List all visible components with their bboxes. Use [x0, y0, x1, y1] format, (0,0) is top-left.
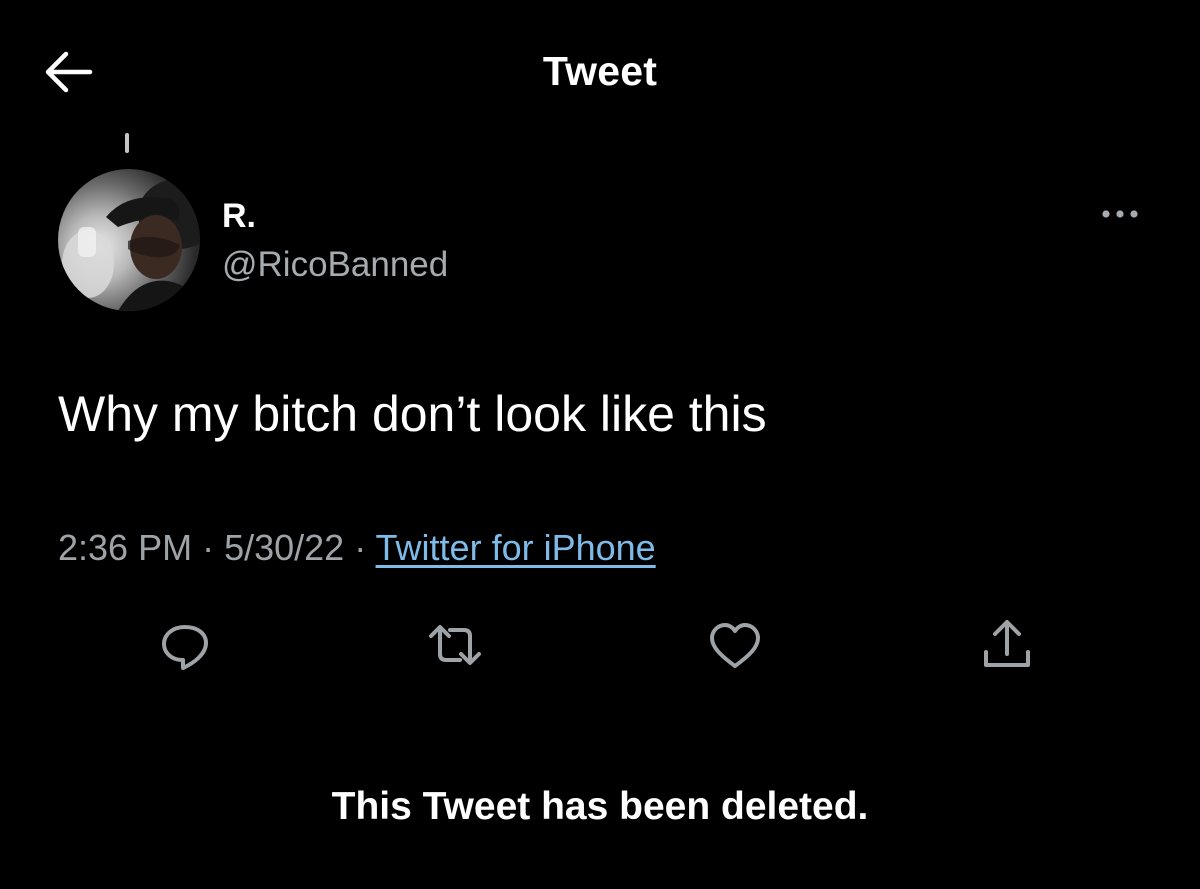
meta-separator: ·: [344, 527, 376, 568]
thread-connector-line: [125, 133, 129, 153]
more-horizontal-icon: [1102, 210, 1138, 218]
like-button[interactable]: [700, 610, 770, 680]
page-title: Tweet: [542, 48, 658, 94]
meta-separator: ·: [192, 527, 225, 568]
tweet-text: Why my bitch don’t look like this: [58, 386, 767, 442]
tweet-date: 5/30/22: [224, 527, 345, 568]
share-button[interactable]: [972, 610, 1042, 680]
retweet-icon: [429, 625, 481, 665]
heart-icon: [710, 623, 760, 668]
tweet-source-link[interactable]: Twitter for iPhone: [376, 527, 656, 568]
share-icon: [984, 620, 1030, 667]
more-options-button[interactable]: [1098, 200, 1142, 228]
retweet-button[interactable]: [420, 610, 490, 680]
tweet-meta: 2:36 PM · 5/30/22 · Twitter for iPhone: [58, 527, 656, 569]
top-bar: Tweet: [0, 0, 1200, 140]
author-handle[interactable]: @RicoBanned: [222, 245, 448, 285]
tweet-time: 2:36 PM: [58, 527, 193, 568]
avatar-photo: [62, 179, 200, 311]
deleted-notice: This Tweet has been deleted.: [331, 785, 869, 828]
reply-button[interactable]: [150, 610, 220, 680]
author-name[interactable]: R.: [222, 197, 256, 236]
avatar[interactable]: [58, 169, 200, 311]
reply-icon: [162, 625, 208, 670]
tweet-actions-bar: [0, 610, 1200, 680]
